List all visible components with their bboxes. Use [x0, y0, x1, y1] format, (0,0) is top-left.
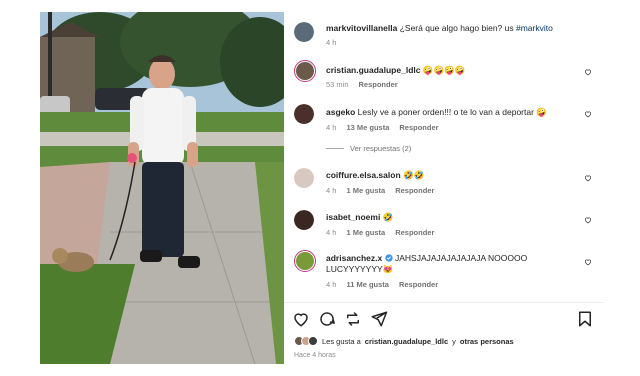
comment-item: coiffure.elsa.salon 🤣🤣 4 h 1 Me gusta Re…	[284, 168, 604, 206]
comment-text: Lesly ve a poner orden!!! o te lo van a …	[357, 107, 547, 117]
caption-time: 4 h	[326, 38, 337, 47]
likes-user[interactable]: cristian.guadalupe_ldlc	[365, 337, 448, 346]
commenter-avatar[interactable]	[294, 250, 316, 272]
comments-panel: markvitovillanella ¿Será que algo hago b…	[284, 12, 604, 364]
comment-username[interactable]: asgeko	[326, 107, 355, 117]
author-username[interactable]: markvitovillanella	[326, 23, 397, 33]
replies-divider	[326, 148, 344, 149]
reply-button[interactable]: Responder	[399, 280, 438, 289]
repost-icon[interactable]	[344, 310, 362, 328]
comment-text: 🤣🤣	[403, 170, 425, 180]
commenter-avatar[interactable]	[294, 104, 314, 124]
comment-likes[interactable]: 1 Me gusta	[346, 186, 385, 195]
comment-item: adrisanchez.x JAHSJAJAJAJAJAJAJA NOOOOO …	[284, 250, 604, 296]
comment-username[interactable]: cristian.guadalupe_ldlc	[326, 65, 420, 75]
comment-likes[interactable]: 11 Me gusta	[346, 280, 389, 289]
comment-text: 🤪🤪🤪🤪	[422, 65, 466, 75]
likes-prefix: Les gusta a	[322, 336, 361, 346]
comment-item: cristian.guadalupe_ldlc 🤪🤪🤪🤪 53 min Resp…	[284, 60, 604, 100]
reply-button[interactable]: Responder	[395, 228, 434, 237]
comment-time: 53 min	[326, 80, 349, 89]
like-comment-heart-icon[interactable]	[584, 216, 592, 224]
comment-likes[interactable]: 1 Me gusta	[346, 228, 385, 237]
caption-hashtag[interactable]: #markvito	[516, 23, 553, 33]
comment-item: asgeko Lesly ve a poner orden!!! o te lo…	[284, 104, 604, 144]
like-comment-heart-icon[interactable]	[584, 258, 592, 266]
actions-divider	[284, 302, 604, 303]
author-avatar[interactable]	[294, 22, 314, 42]
like-comment-heart-icon[interactable]	[584, 110, 592, 118]
commenter-avatar[interactable]	[294, 210, 314, 230]
post-caption: markvitovillanella ¿Será que algo hago b…	[284, 20, 604, 58]
instagram-post-frame: markvitovillanella ¿Será que algo hago b…	[0, 0, 640, 376]
likes-summary: Les gusta a cristian.guadalupe_ldlc y ot…	[294, 336, 514, 346]
verified-badge-icon	[384, 254, 393, 262]
view-replies-button[interactable]: Ver respuestas (2)	[326, 144, 411, 153]
share-icon[interactable]	[370, 310, 388, 328]
post-timestamp: Hace 4 horas	[294, 352, 336, 359]
video-frame-illustration	[40, 12, 284, 364]
commenter-avatar[interactable]	[294, 60, 316, 82]
post-video[interactable]	[40, 12, 284, 364]
comment-icon[interactable]	[318, 310, 336, 328]
comment-time: 4 h	[326, 123, 337, 132]
comment-username[interactable]: isabet_noemi	[326, 212, 380, 222]
like-comment-heart-icon[interactable]	[584, 68, 592, 76]
comment-time: 4 h	[326, 228, 337, 237]
reply-button[interactable]: Responder	[395, 186, 434, 195]
likes-suffix: y	[452, 336, 456, 346]
comment-time: 4 h	[326, 186, 337, 195]
comment-time: 4 h	[326, 280, 337, 289]
heart-icon[interactable]	[292, 310, 310, 328]
reply-button[interactable]: Responder	[399, 123, 438, 132]
post-actions-bar	[292, 310, 592, 328]
view-replies-label: Ver respuestas (2)	[350, 144, 412, 153]
likes-others[interactable]: otras personas	[460, 337, 514, 346]
commenter-avatar[interactable]	[294, 168, 314, 188]
comment-username[interactable]: coiffure.elsa.salon	[326, 170, 401, 180]
comment-text: 🤣	[382, 212, 394, 222]
like-comment-heart-icon[interactable]	[584, 174, 592, 182]
caption-text: ¿Será que algo hago bien? us	[399, 23, 514, 33]
comment-likes[interactable]: 13 Me gusta	[346, 123, 389, 132]
comment-item: isabet_noemi 🤣 4 h 1 Me gusta Responder	[284, 210, 604, 248]
reply-button[interactable]: Responder	[359, 80, 398, 89]
liker-avatars	[294, 336, 318, 346]
comment-username[interactable]: adrisanchez.x	[326, 253, 382, 263]
bookmark-icon[interactable]	[576, 310, 594, 328]
